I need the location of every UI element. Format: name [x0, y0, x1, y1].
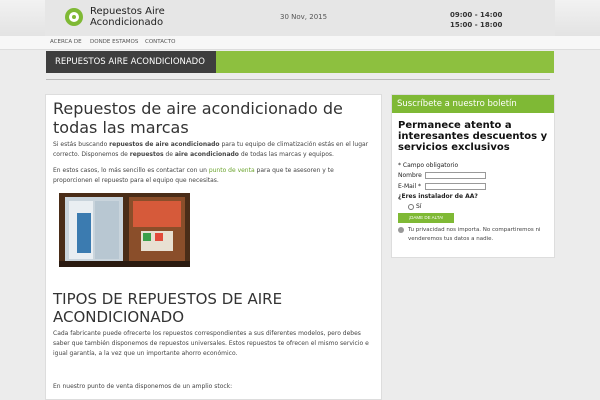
- installer-question: ¿Eres instalador de AA?: [398, 193, 478, 200]
- option-yes-label: Sí: [416, 203, 422, 210]
- banner-title: REPUESTOS AIRE ACONDICIONADO: [46, 51, 216, 73]
- lock-icon: [398, 227, 404, 233]
- current-date: 30 Nov, 2015: [280, 13, 328, 21]
- name-field[interactable]: [425, 172, 486, 179]
- store-photo-graphic: [59, 193, 190, 267]
- required-note: * Campo obligatorio: [398, 162, 459, 169]
- page-title: Repuestos de aire acondicionado de todas…: [53, 99, 343, 137]
- newsletter-title: Permanece atento a interesantes descuent…: [398, 120, 548, 153]
- privacy-note: Tu privacidad nos importa. No compartire…: [408, 227, 541, 242]
- nav-item-donde-estamos[interactable]: DONDE ESTAMOS: [90, 39, 138, 45]
- email-label: E-Mail *: [398, 183, 422, 190]
- intro-paragraph: Si estás buscando repuestos de aire acon…: [53, 141, 369, 158]
- subscribe-button[interactable]: ¡DAME DE ALTA!: [398, 213, 454, 223]
- hours-afternoon: 15:00 - 18:00: [450, 21, 503, 29]
- newsletter-heading: Suscríbete a nuestro boletín: [392, 95, 554, 113]
- email-field[interactable]: [425, 183, 486, 190]
- contact-paragraph: En estos casos, lo más sencillo es conta…: [53, 167, 334, 184]
- store-photo: [59, 193, 190, 267]
- nav-item-contacto[interactable]: CONTACTO: [145, 39, 175, 45]
- installer-option: Sí: [408, 203, 421, 210]
- logo-icon[interactable]: [65, 8, 83, 26]
- section-heading: TIPOS DE REPUESTOS DE AIRE ACONDICIONADO: [53, 290, 283, 326]
- divider: [46, 79, 550, 80]
- nav-item-acerca-de[interactable]: ACERCA DE: [50, 39, 82, 45]
- types-paragraph: Cada fabricante puede ofrecerte los repu…: [53, 330, 369, 357]
- site-title[interactable]: Repuestos Aire Acondicionado: [90, 6, 200, 28]
- main-nav: ACERCA DE DONDE ESTAMOS CONTACTO: [0, 36, 600, 50]
- hours-morning: 09:00 - 14:00: [450, 11, 503, 19]
- option-yes-radio[interactable]: [408, 203, 414, 210]
- name-label: Nombre: [398, 172, 422, 179]
- stock-paragraph: En nuestro punto de venta disponemos de …: [53, 383, 233, 390]
- opening-hours: 09:00 - 14:00 15:00 - 18:00: [450, 10, 502, 30]
- punto-de-venta-link[interactable]: punto de venta: [209, 167, 255, 174]
